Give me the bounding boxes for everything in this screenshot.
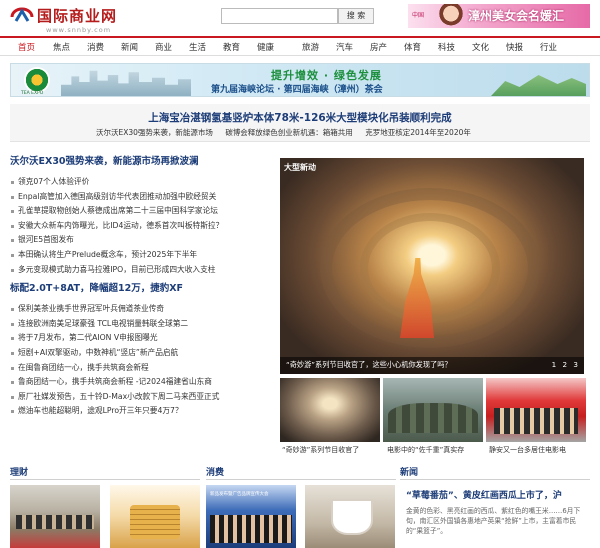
skyline-image bbox=[61, 70, 191, 96]
list-item[interactable]: Enpal高管加入德国高级别访华代表团推动加强中欧经贸关 bbox=[10, 190, 272, 205]
thumb-image[interactable] bbox=[280, 378, 380, 442]
headline-subs: 沃尔沃EX30强势来袭，新能源市场 碳博会释放绿色创业新机遇：箱箱共用 克罗地亚… bbox=[96, 127, 471, 138]
headline-sub-link[interactable]: 碳博会释放绿色创业新机遇：箱箱共用 bbox=[225, 128, 353, 137]
consumer-photo-cup[interactable] bbox=[305, 485, 395, 548]
finance-photo-coins[interactable] bbox=[110, 485, 200, 548]
pager-dot[interactable]: 2 bbox=[563, 360, 568, 369]
section-title-news[interactable]: 新闻 bbox=[400, 468, 418, 478]
finance-photo-meeting[interactable] bbox=[10, 485, 100, 548]
banner-slogan: 提升增效 · 绿色发展 bbox=[271, 69, 382, 82]
headline-box: 上海宝冶湛钢氢基竖炉本体78米-126米大型模块化吊装顺利完成 沃尔沃EX30强… bbox=[10, 104, 590, 142]
list-item[interactable]: 在闽鲁商团结一心，携手共筑商会新程 bbox=[10, 361, 272, 376]
section-title-finance[interactable]: 理财 bbox=[10, 468, 28, 478]
news-section-header: 新闻 bbox=[400, 465, 590, 480]
list-item[interactable]: 保利美茶业携手世界冠军叶兵佣道茶业传奇 bbox=[10, 302, 272, 317]
headline-sub-link[interactable]: 克罗地亚核定2014年至2020年 bbox=[365, 128, 471, 137]
main-nav: 首页 焦点 消费 新闻 商业 生活 教育 健康 旅游 汽车 房产 体育 科技 文… bbox=[0, 36, 600, 56]
ad-face-image bbox=[438, 4, 464, 28]
news-feature-desc: 金黄的色彩、黑亮红画的西瓜、紫红色的嘴王米……6月下旬，南汇区外国镇各惠地产英果… bbox=[406, 507, 581, 535]
news-feature-title[interactable]: “草莓番茄”、黄皮红画西瓜上市了，沪 bbox=[406, 488, 562, 501]
consumer-photo-event[interactable]: 新品发布暨广告品牌宣传大会 bbox=[206, 485, 296, 548]
nav-item-education[interactable]: 教育 bbox=[223, 41, 240, 53]
section2-title[interactable]: 标配2.0T+8AT，降幅超12万，捷豹XF bbox=[10, 282, 272, 302]
nav-item-news[interactable]: 新闻 bbox=[121, 41, 138, 53]
thumb-caption[interactable]: 静安又一台多居住电影电 bbox=[489, 445, 566, 455]
nav-item-home[interactable]: 首页 bbox=[18, 41, 35, 53]
list-item[interactable]: 本田确认将生产Prelude概念车，预计2025年下半年 bbox=[10, 248, 272, 263]
main-slideshow-image[interactable]: 大型新动 bbox=[280, 158, 584, 374]
nav-item-health[interactable]: 健康 bbox=[257, 41, 274, 53]
nav-item-life[interactable]: 生活 bbox=[189, 41, 206, 53]
consumer-section-header: 消费 bbox=[206, 465, 396, 480]
list-item[interactable]: 燃油车也能超聪明，途观LPro开三年只要4万7？ bbox=[10, 404, 272, 419]
headline-title[interactable]: 上海宝冶湛钢氢基竖炉本体78米-126米大型模块化吊装顺利完成 bbox=[10, 110, 590, 125]
section-title-consumer[interactable]: 消费 bbox=[206, 468, 224, 478]
left-news-column: 沃尔沃EX30强势来袭，新能源市场再掀波澜 领克07个人体验评价 Enpal高管… bbox=[10, 155, 272, 419]
nav-item-industry[interactable]: 行业 bbox=[540, 41, 557, 53]
nav-item-travel[interactable]: 旅游 bbox=[302, 41, 319, 53]
news-list-2: 保利美茶业携手世界冠军叶兵佣道茶业传奇 连接欧洲南美足球豪强 TCL电视销量韩联… bbox=[10, 302, 272, 419]
banner-subtitle: 第九届海峡论坛 · 第四届海峡（漳州）茶会 bbox=[211, 85, 383, 95]
nav-item-auto[interactable]: 汽车 bbox=[336, 41, 353, 53]
search-input[interactable] bbox=[221, 8, 338, 24]
tea-expo-banner[interactable]: TEA EXPO 提升增效 · 绿色发展 第九届海峡论坛 · 第四届海峡（漳州）… bbox=[10, 63, 590, 97]
slideshow-pager: 1 2 3 bbox=[552, 360, 578, 369]
pager-dot[interactable]: 1 bbox=[552, 360, 557, 369]
thumb-caption[interactable]: “奇妙游”系列节目收官了 bbox=[282, 445, 359, 455]
tv-logo: 大型新动 bbox=[284, 163, 316, 172]
list-item[interactable]: 短剧+AI双擎驱动，中数神机“竖店”新产品启航 bbox=[10, 346, 272, 361]
logo-text: 国际商业网 bbox=[37, 7, 118, 25]
tea-hills-image bbox=[491, 75, 586, 96]
finance-section-header: 理财 bbox=[10, 465, 200, 480]
list-item[interactable]: 将于7月发布，第二代AION V申报图曝光 bbox=[10, 331, 272, 346]
pager-dot[interactable]: 3 bbox=[573, 360, 578, 369]
list-item[interactable]: 鲁商团结一心，携手共筑商会新程 -记2024福建省山东商 bbox=[10, 375, 272, 390]
top-ad-banner[interactable]: 中国 漳州美女会名媛汇 bbox=[408, 4, 590, 28]
headline-sub-link[interactable]: 沃尔沃EX30强势来袭，新能源市场 bbox=[96, 128, 213, 137]
ad-small-text: 中国 bbox=[412, 12, 425, 19]
logo-mark-icon bbox=[10, 7, 34, 22]
logo-url: www.snnby.com bbox=[46, 26, 112, 34]
thumb-caption[interactable]: 电影中的“佐千重”真实存 bbox=[387, 445, 464, 455]
slideshow-caption-bar: “奇妙游”系列节目收官了，这些小心机你发现了吗？ 1 2 3 bbox=[280, 357, 584, 374]
thumb-image[interactable] bbox=[383, 378, 483, 442]
list-item[interactable]: 原厂社媒发预告，五十铃D-Max小改款下周二马来西亚正式 bbox=[10, 390, 272, 405]
slideshow-caption[interactable]: “奇妙游”系列节目收官了，这些小心机你发现了吗？ bbox=[286, 360, 452, 370]
nav-item-express[interactable]: 快报 bbox=[506, 41, 523, 53]
nav-item-realestate[interactable]: 房产 bbox=[370, 41, 387, 53]
nav-item-culture[interactable]: 文化 bbox=[472, 41, 489, 53]
list-item[interactable]: 安徽大众新车内饰曝光，比ID4运动，德系首次叫板特斯拉？ bbox=[10, 219, 272, 234]
nav-item-consumer[interactable]: 消费 bbox=[87, 41, 104, 53]
search-button[interactable]: 搜 索 bbox=[338, 8, 374, 24]
thumb-image[interactable] bbox=[486, 378, 586, 442]
section1-title[interactable]: 沃尔沃EX30强势来袭，新能源市场再掀波澜 bbox=[10, 155, 272, 175]
site-logo[interactable]: 国际商业网 www.snnby.com bbox=[10, 5, 150, 35]
event-banner-text: 新品发布暨广告品牌宣传大会 bbox=[210, 492, 269, 497]
list-item[interactable]: 孔雀草提取物创始人蔡德成出席第二十三届中国科学家论坛 bbox=[10, 204, 272, 219]
expo-emblem-text: TEA EXPO bbox=[21, 91, 44, 96]
list-item[interactable]: 银河E5首图发布 bbox=[10, 233, 272, 248]
list-item[interactable]: 领克07个人体验评价 bbox=[10, 175, 272, 190]
news-list-1: 领克07个人体验评价 Enpal高管加入德国高级别访华代表团推动加强中欧经贸关 … bbox=[10, 175, 272, 277]
nav-item-focus[interactable]: 焦点 bbox=[53, 41, 70, 53]
nav-item-sports[interactable]: 体育 bbox=[404, 41, 421, 53]
list-item[interactable]: 多元变现模式助力喜马拉雅IPO，目前已形成四大收入支柱 bbox=[10, 263, 272, 278]
expo-emblem-icon bbox=[24, 67, 50, 93]
list-item[interactable]: 连接欧洲南美足球豪强 TCL电视销量韩联全球第二 bbox=[10, 317, 272, 332]
nav-item-business[interactable]: 商业 bbox=[155, 41, 172, 53]
nav-item-tech[interactable]: 科技 bbox=[438, 41, 455, 53]
ad-big-text: 漳州美女会名媛汇 bbox=[468, 9, 565, 23]
